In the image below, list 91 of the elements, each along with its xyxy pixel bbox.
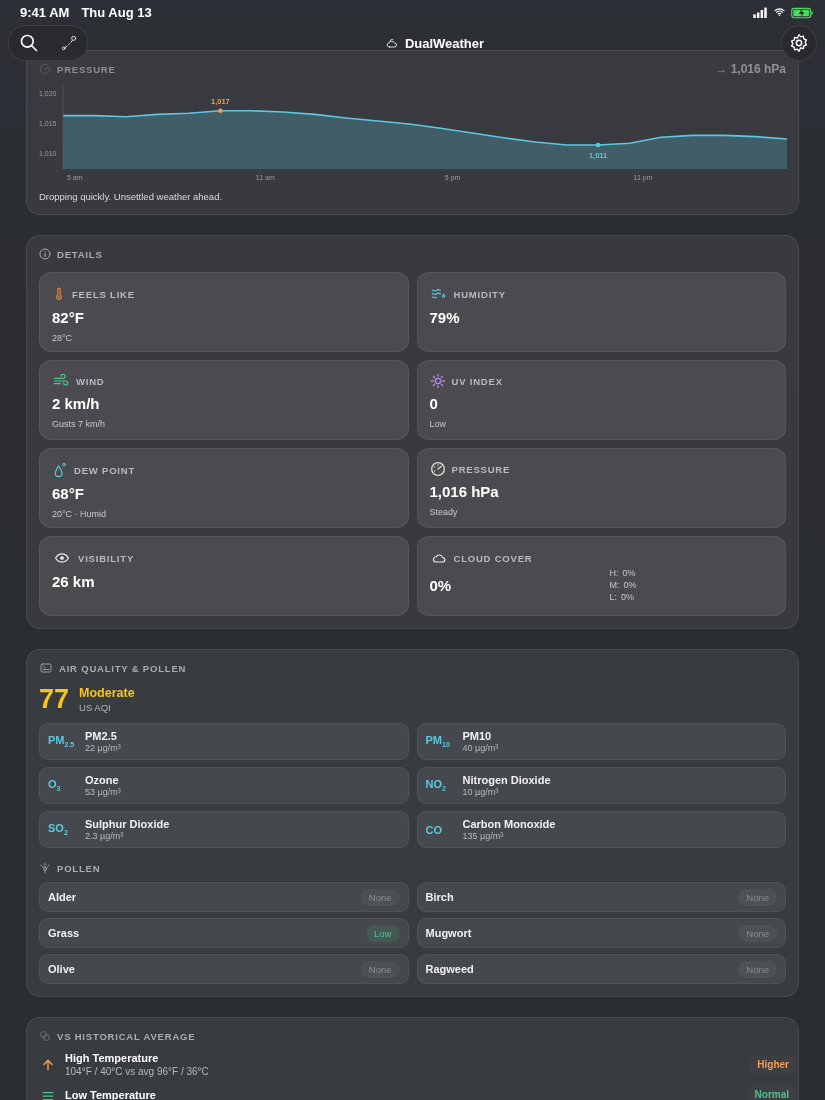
cloud-sun-icon: [384, 37, 399, 49]
comparison-title: High Temperature: [65, 1052, 160, 1064]
tile-value: 0: [429, 395, 439, 412]
gauge-icon: [39, 63, 51, 75]
pollutant-value: 40 µg/m³: [462, 743, 499, 753]
info-icon: [39, 248, 51, 260]
tile-subtext: 20°C · Humid: [52, 509, 108, 519]
pollutant-value: 135 µg/m³: [462, 831, 505, 841]
tile-value: 2 km/h: [52, 395, 101, 412]
comparison-badge: Higher: [748, 1055, 798, 1074]
route-icon: [61, 35, 77, 51]
pollutant-name: Nitrogen Dioxide: [462, 774, 551, 786]
signal-icon: [752, 7, 768, 18]
app-title: DualWeather: [404, 35, 485, 51]
tile-label: HUMIDITY: [453, 288, 506, 300]
tile-label: WIND: [76, 375, 105, 387]
search-button[interactable]: [19, 33, 39, 53]
compare-icon: [39, 1030, 51, 1042]
tile-value: 79%: [429, 309, 461, 326]
pollutant-symbol: NO$_{2}$: [425, 778, 447, 793]
search-icon: [19, 33, 39, 53]
route-button[interactable]: [61, 35, 77, 51]
pollutant-name: Sulphur Dioxide: [85, 818, 170, 830]
tile-value: 26 km: [52, 573, 96, 590]
pollen-name: Olive: [48, 963, 75, 975]
pollen-level: None: [360, 888, 400, 906]
pollen-level: None: [738, 924, 777, 942]
tile-subtext: Low: [429, 419, 447, 429]
settings-icon: [789, 33, 809, 53]
cloud-layer: M: 0%: [609, 580, 637, 590]
sun-icon: [429, 373, 446, 389]
arrow-up-icon: [41, 1057, 55, 1072]
card-title: DETAILS: [57, 248, 103, 260]
tile-value: 68°F: [52, 485, 85, 502]
card-title: AIR QUALITY & POLLEN: [59, 662, 187, 674]
comparison-badge: Normal: [745, 1085, 798, 1100]
settings-button[interactable]: [781, 25, 817, 61]
pollutant-symbol: CO: [425, 823, 443, 836]
aqi-value: 77: [39, 684, 70, 715]
pollen-level: None: [738, 888, 777, 906]
tile-value: 0%: [429, 576, 453, 594]
status-time: 9:41 AM: [20, 5, 70, 20]
pollutant-name: PM10: [462, 730, 493, 742]
aqi-category: Moderate: [79, 686, 135, 700]
tile-label: UV INDEX: [451, 375, 503, 387]
tile-value: 82°F: [52, 309, 85, 326]
tile-label: FEELS LIKE: [72, 288, 135, 300]
tile-value: 1,016 hPa: [429, 483, 500, 500]
pollutant-symbol: SO$_{2}$: [48, 822, 69, 837]
pollutant-value: 2.3 µg/m³: [85, 831, 125, 841]
card-title: PRESSURE: [57, 63, 116, 75]
wind-icon: [52, 373, 70, 389]
aqi-scale: US AQI: [79, 702, 112, 713]
tile-label: VISIBILITY: [78, 552, 135, 564]
pollutant-symbol: PM$_{10}$: [425, 734, 451, 749]
tile-subtext: Gusts 7 km/h: [52, 419, 106, 429]
wifi-icon: [772, 7, 787, 18]
tile-label: PRESSURE: [451, 463, 511, 475]
tile-label: CLOUD COVER: [453, 552, 533, 564]
tile-subtext: Steady: [429, 507, 459, 517]
pollen-name: Ragweed: [425, 963, 474, 975]
battery-charging-icon: [791, 6, 813, 19]
comparison-title: Low Temperature: [65, 1088, 156, 1100]
cloud-layer: H: 0%: [609, 568, 637, 578]
pollen-name: Alder: [48, 891, 77, 903]
pollen-level: Low: [366, 924, 400, 942]
pollutant-value: 53 µg/m³: [85, 787, 121, 797]
pressure-reading: → 1,016 hPa: [715, 62, 786, 76]
card-title: VS HISTORICAL AVERAGE: [57, 1030, 196, 1042]
pollutant-name: Ozone: [85, 774, 120, 786]
tile-label: DEW POINT: [74, 464, 136, 476]
droplet-icon: [52, 461, 68, 479]
comparison-detail: 104°F / 40°C vs avg 96°F / 36°C: [65, 1066, 209, 1077]
pollen-name: Birch: [425, 891, 454, 903]
pollutant-symbol: PM$_{2.5}$: [48, 734, 76, 749]
pollutant-name: Carbon Monoxide: [462, 818, 556, 830]
pollen-level: None: [738, 960, 777, 978]
pollen-name: Grass: [48, 927, 80, 939]
cloud-layer: L: 0%: [609, 592, 636, 602]
pollutant-name: PM2.5: [85, 730, 118, 742]
pollen-level: None: [360, 960, 400, 978]
pollutant-symbol: O$_{3}$: [48, 778, 62, 793]
pressure-note: Dropping quickly. Unsettled weather ahead.: [39, 191, 224, 202]
pollutant-value: 10 µg/m³: [462, 787, 500, 797]
section-title: POLLEN: [57, 862, 101, 874]
pollen-name: Mugwort: [425, 927, 472, 939]
pollutant-value: 22 µg/m³: [85, 743, 121, 753]
tile-subtext: 28°C: [52, 333, 74, 343]
status-date: Thu Aug 13: [81, 5, 152, 20]
eye-icon: [52, 551, 72, 565]
gauge-icon: [429, 461, 446, 477]
